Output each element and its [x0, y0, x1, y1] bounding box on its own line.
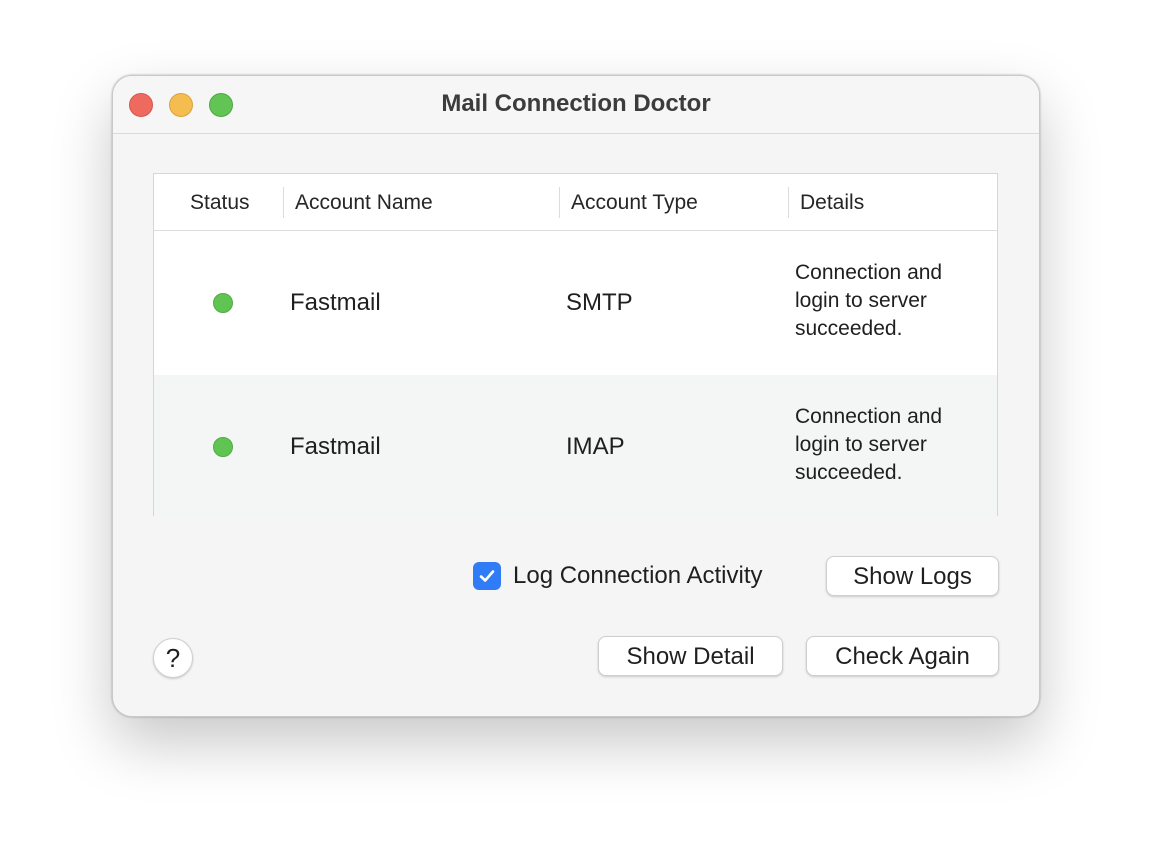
table-row[interactable]: Fastmail IMAP Connection and login to se… [154, 375, 997, 519]
accounts-table: Status Account Name Account Type Details… [153, 173, 998, 519]
table-row[interactable]: Fastmail SMTP Connection and login to se… [154, 231, 997, 375]
table-header: Status Account Name Account Type Details [154, 174, 997, 231]
column-header-account-name[interactable]: Account Name [295, 174, 433, 230]
account-name-cell: Fastmail [290, 289, 381, 316]
column-divider[interactable] [788, 187, 789, 218]
log-connection-activity-checkbox[interactable] [473, 562, 501, 590]
column-header-status[interactable]: Status [190, 174, 250, 230]
window-title: Mail Connection Doctor [441, 90, 711, 117]
mail-connection-doctor-window: Mail Connection Doctor Status Account Na… [112, 75, 1040, 717]
help-button[interactable]: ? [153, 638, 193, 678]
show-logs-button[interactable]: Show Logs [826, 556, 999, 596]
account-type-cell: SMTP [566, 289, 633, 316]
details-cell: Connection and login to server succeeded… [795, 261, 943, 340]
column-divider[interactable] [283, 187, 284, 218]
status-connected-icon [213, 437, 233, 457]
account-name-cell: Fastmail [290, 433, 381, 460]
details-cell: Connection and login to server succeeded… [795, 405, 943, 484]
column-header-account-type[interactable]: Account Type [571, 174, 698, 230]
status-connected-icon [213, 293, 233, 313]
show-detail-button[interactable]: Show Detail [598, 636, 783, 676]
checkmark-icon [479, 570, 495, 582]
column-divider[interactable] [559, 187, 560, 218]
title-bar[interactable]: Mail Connection Doctor [113, 76, 1039, 134]
account-type-cell: IMAP [566, 433, 625, 460]
check-again-button[interactable]: Check Again [806, 636, 999, 676]
column-header-details[interactable]: Details [800, 174, 864, 230]
log-connection-activity-label[interactable]: Log Connection Activity [513, 562, 762, 590]
